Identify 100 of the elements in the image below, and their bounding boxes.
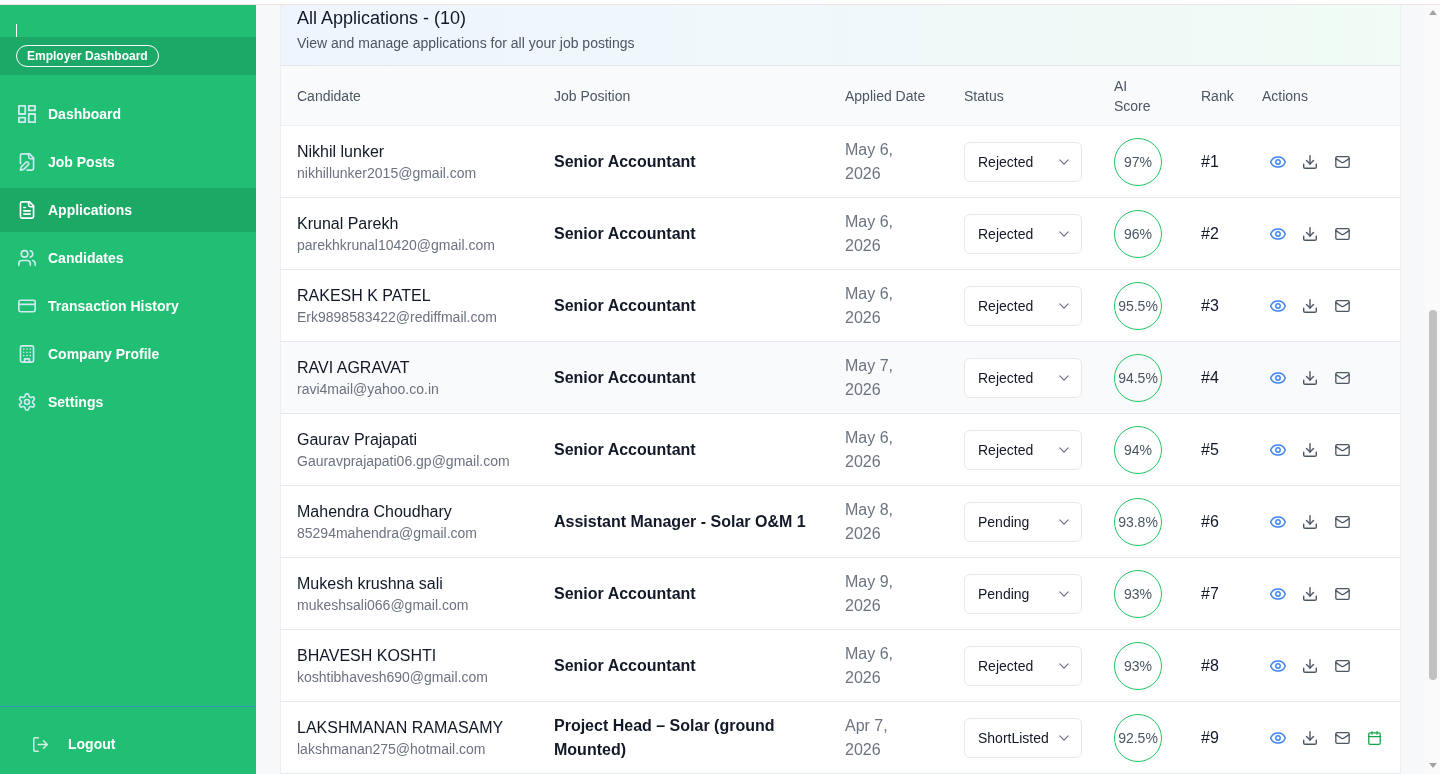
status-select[interactable]: Rejected bbox=[964, 645, 1082, 686]
rank: #6 bbox=[1201, 512, 1219, 531]
candidate-email: koshtibhavesh690@gmail.com bbox=[297, 667, 488, 687]
chevron-down-icon bbox=[1059, 158, 1069, 165]
applied-date: May 7, 2026 bbox=[845, 355, 894, 400]
job-position: Assistant Manager - Solar O&M 1 bbox=[554, 511, 806, 532]
chevron-down-icon bbox=[1059, 302, 1069, 309]
text-cursor-icon bbox=[16, 24, 17, 37]
eye-icon[interactable] bbox=[1270, 227, 1286, 240]
download-icon[interactable] bbox=[1303, 658, 1317, 673]
chevron-down-icon bbox=[1059, 662, 1069, 669]
document-icon bbox=[18, 201, 36, 219]
download-icon[interactable] bbox=[1303, 586, 1317, 601]
logout-icon bbox=[33, 736, 48, 752]
mail-icon[interactable] bbox=[1334, 515, 1350, 528]
rank: #4 bbox=[1201, 368, 1219, 387]
candidate-name: LAKSHMANAN RAMASAMY bbox=[297, 717, 504, 738]
job-position: Senior Accountant bbox=[554, 439, 696, 460]
candidate-email: nikhillunker2015@gmail.com bbox=[297, 163, 477, 183]
applied-date: May 6, 2026 bbox=[845, 211, 894, 256]
applied-date: May 6, 2026 bbox=[845, 643, 894, 688]
candidate-name: Nikhil lunker bbox=[297, 141, 385, 162]
job-position: Senior Accountant bbox=[554, 583, 696, 604]
mail-icon[interactable] bbox=[1334, 731, 1350, 744]
rank: #8 bbox=[1201, 656, 1219, 675]
eye-icon[interactable] bbox=[1270, 659, 1286, 672]
applied-date: May 6, 2026 bbox=[845, 139, 894, 184]
mail-icon[interactable] bbox=[1334, 371, 1350, 384]
rank: #1 bbox=[1201, 152, 1219, 171]
status-select[interactable]: ShortListed bbox=[964, 717, 1082, 758]
column-header: Actions bbox=[1262, 86, 1308, 106]
download-icon[interactable] bbox=[1303, 154, 1317, 169]
eye-icon[interactable] bbox=[1270, 587, 1286, 600]
rank: #3 bbox=[1201, 296, 1219, 315]
people-icon bbox=[18, 249, 36, 267]
candidate-name: RAKESH K PATEL bbox=[297, 285, 431, 306]
download-icon[interactable] bbox=[1303, 298, 1317, 313]
candidate-email: ravi4mail@yahoo.co.in bbox=[297, 379, 439, 399]
mail-icon[interactable] bbox=[1334, 659, 1350, 672]
mail-icon[interactable] bbox=[1334, 587, 1350, 600]
column-header: AI Score bbox=[1114, 76, 1152, 116]
status-select[interactable]: Pending bbox=[964, 573, 1082, 614]
rank: #2 bbox=[1201, 224, 1219, 243]
job-position: Senior Accountant bbox=[554, 295, 696, 316]
column-header: Status bbox=[964, 86, 1004, 106]
chevron-down-icon bbox=[1059, 734, 1069, 741]
scrollbar-thumb[interactable] bbox=[1428, 310, 1437, 680]
job-position: Project Head – Solar (ground Mounted) bbox=[554, 715, 776, 760]
eye-icon[interactable] bbox=[1270, 299, 1286, 312]
download-icon[interactable] bbox=[1303, 226, 1317, 241]
page-subtitle: View and manage applications for all your job postings bbox=[297, 34, 636, 53]
job-position: Senior Accountant bbox=[554, 223, 696, 244]
candidate-name: RAVI AGRAVAT bbox=[297, 357, 410, 378]
mail-icon[interactable] bbox=[1334, 227, 1350, 240]
status-select[interactable]: Rejected bbox=[964, 213, 1082, 254]
chevron-down-icon bbox=[1059, 518, 1069, 525]
rank: #9 bbox=[1201, 728, 1219, 747]
status-select[interactable]: Rejected bbox=[964, 141, 1082, 182]
candidate-name: Gaurav Prajapati bbox=[297, 429, 418, 450]
eye-icon[interactable] bbox=[1270, 371, 1286, 384]
chevron-down-icon bbox=[1059, 230, 1069, 237]
download-icon[interactable] bbox=[1303, 442, 1317, 457]
candidate-email: parekhkrunal10420@gmail.com bbox=[297, 235, 495, 255]
applied-date: May 8, 2026 bbox=[845, 499, 894, 544]
rank: #7 bbox=[1201, 584, 1219, 603]
download-icon[interactable] bbox=[1303, 514, 1317, 529]
applied-date: May 9, 2026 bbox=[845, 571, 894, 616]
status-select[interactable]: Rejected bbox=[964, 357, 1082, 398]
candidate-name: Mukesh krushna sali bbox=[297, 573, 443, 594]
column-header: Applied Date bbox=[845, 86, 926, 106]
mail-icon[interactable] bbox=[1334, 155, 1350, 168]
page-title: All Applications - (10) bbox=[297, 7, 468, 30]
calendar-icon[interactable] bbox=[1367, 730, 1381, 745]
eye-icon[interactable] bbox=[1270, 731, 1286, 744]
chevron-down-icon bbox=[1059, 374, 1069, 381]
candidate-email: Gauravprajapati06.gp@gmail.com bbox=[297, 451, 510, 471]
status-select[interactable]: Rejected bbox=[964, 285, 1082, 326]
chevron-down-icon bbox=[1059, 590, 1069, 597]
download-icon[interactable] bbox=[1303, 370, 1317, 385]
card-icon bbox=[18, 297, 36, 315]
applied-date: May 6, 2026 bbox=[845, 427, 894, 472]
file-pen-icon bbox=[18, 153, 36, 171]
download-icon[interactable] bbox=[1303, 730, 1317, 745]
applied-date: May 6, 2026 bbox=[845, 283, 894, 328]
rank: #5 bbox=[1201, 440, 1219, 459]
column-header: Candidate bbox=[297, 86, 361, 106]
job-position: Senior Accountant bbox=[554, 151, 696, 172]
eye-icon[interactable] bbox=[1270, 515, 1286, 528]
eye-icon[interactable] bbox=[1270, 443, 1286, 456]
mail-icon[interactable] bbox=[1334, 299, 1350, 312]
chevron-down-icon bbox=[1059, 446, 1069, 453]
eye-icon[interactable] bbox=[1270, 155, 1286, 168]
status-select[interactable]: Rejected bbox=[964, 429, 1082, 470]
status-select[interactable]: Pending bbox=[964, 501, 1082, 542]
job-position: Senior Accountant bbox=[554, 367, 696, 388]
column-header: Rank bbox=[1201, 86, 1234, 106]
column-header: Job Position bbox=[554, 86, 631, 106]
mail-icon[interactable] bbox=[1334, 443, 1350, 456]
candidate-name: BHAVESH KOSHTI bbox=[297, 645, 437, 666]
candidate-email: 85294mahendra@gmail.com bbox=[297, 523, 477, 543]
